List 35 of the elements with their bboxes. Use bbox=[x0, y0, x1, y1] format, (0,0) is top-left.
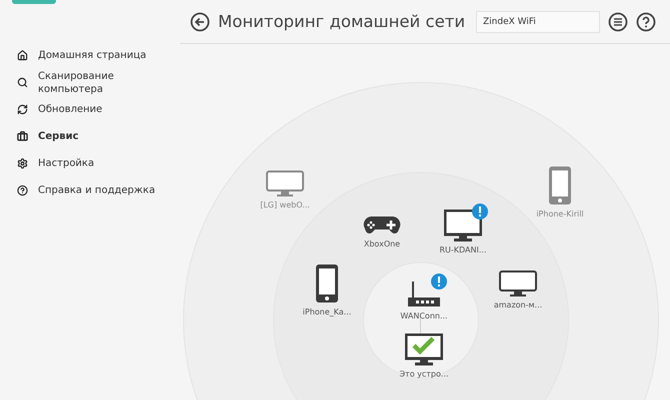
device-label: RU-KDANI... bbox=[439, 246, 486, 254]
device-label: iPhone-Kirill bbox=[536, 210, 584, 218]
refresh-icon bbox=[17, 104, 28, 115]
sidebar-item[interactable]: Настройка bbox=[0, 150, 180, 177]
logo-strip bbox=[12, 0, 56, 4]
alert-icon bbox=[431, 274, 447, 290]
device-label: WANConn... bbox=[400, 312, 448, 320]
search-icon bbox=[17, 77, 28, 88]
device-label: iPhone_Ka... bbox=[302, 308, 352, 316]
gamepad-icon bbox=[363, 216, 401, 236]
sidebar-item[interactable]: Обновление bbox=[0, 96, 180, 123]
device-label: XboxOne bbox=[364, 240, 400, 248]
sidebar-item[interactable]: Домашняя страница bbox=[0, 42, 180, 69]
sidebar-item[interactable]: Справка и поддержка bbox=[0, 177, 180, 204]
device-label: [LG] webO... bbox=[260, 200, 310, 210]
tv-icon bbox=[266, 170, 304, 196]
phone-icon bbox=[548, 166, 572, 206]
tv-icon bbox=[499, 270, 537, 296]
menu-button[interactable] bbox=[608, 12, 628, 32]
device-label: amazon-м... bbox=[494, 300, 542, 310]
sidebar-item[interactable]: Сканирование компьютера bbox=[0, 69, 180, 96]
briefcase-icon bbox=[17, 131, 28, 142]
monitor-icon bbox=[444, 210, 482, 242]
monitor-checkmark-icon bbox=[405, 334, 443, 366]
settings-icon bbox=[17, 158, 28, 169]
network-field[interactable]: ZindeX WiFi bbox=[476, 10, 600, 32]
device-label: Это устро... bbox=[399, 370, 449, 378]
page-title: Мониторинг домашней сети bbox=[218, 12, 466, 31]
help-icon bbox=[17, 185, 28, 196]
phone-icon bbox=[315, 264, 339, 304]
help-button[interactable] bbox=[636, 12, 656, 32]
sidebar-item[interactable]: Сервис bbox=[0, 123, 180, 150]
back-button[interactable] bbox=[190, 12, 210, 32]
alert-icon bbox=[472, 204, 488, 220]
home-icon bbox=[17, 50, 28, 61]
